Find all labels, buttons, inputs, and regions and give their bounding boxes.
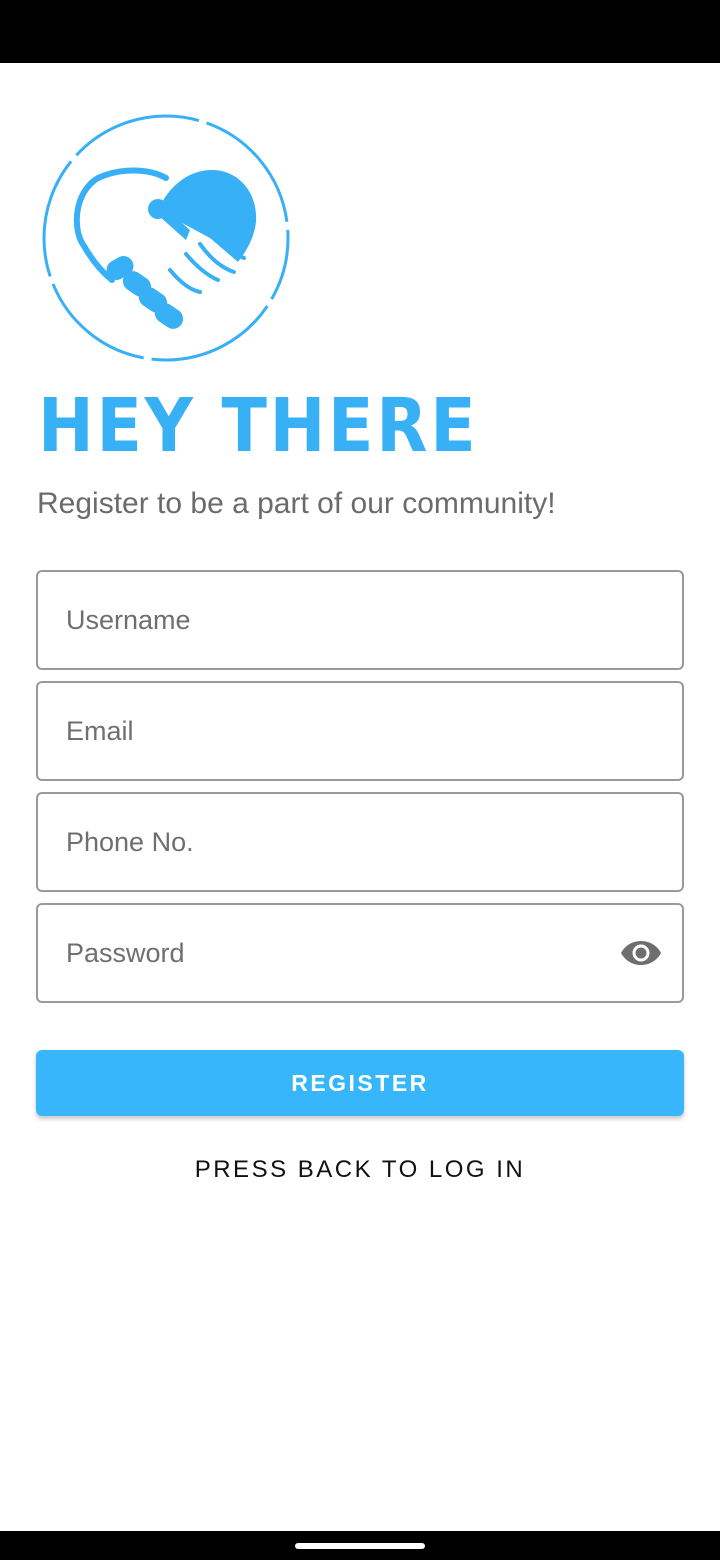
register-button[interactable]: REGISTER — [36, 1050, 684, 1116]
password-input[interactable] — [38, 905, 682, 1001]
username-input[interactable] — [38, 572, 682, 668]
phone-field[interactable] — [36, 792, 684, 892]
handshake-heart-icon — [40, 112, 292, 364]
username-field[interactable] — [36, 570, 684, 670]
status-bar — [0, 0, 720, 63]
page-title: HEY THERE — [38, 383, 479, 469]
eye-icon[interactable] — [620, 936, 662, 970]
password-field[interactable] — [36, 903, 684, 1003]
email-field[interactable] — [36, 681, 684, 781]
phone-input[interactable] — [38, 794, 682, 890]
back-to-login-link[interactable]: PRESS BACK TO LOG IN — [0, 1152, 720, 1192]
page-subtitle: Register to be a part of our community! — [37, 487, 556, 520]
home-gesture-handle[interactable] — [295, 1543, 425, 1549]
email-input[interactable] — [38, 683, 682, 779]
